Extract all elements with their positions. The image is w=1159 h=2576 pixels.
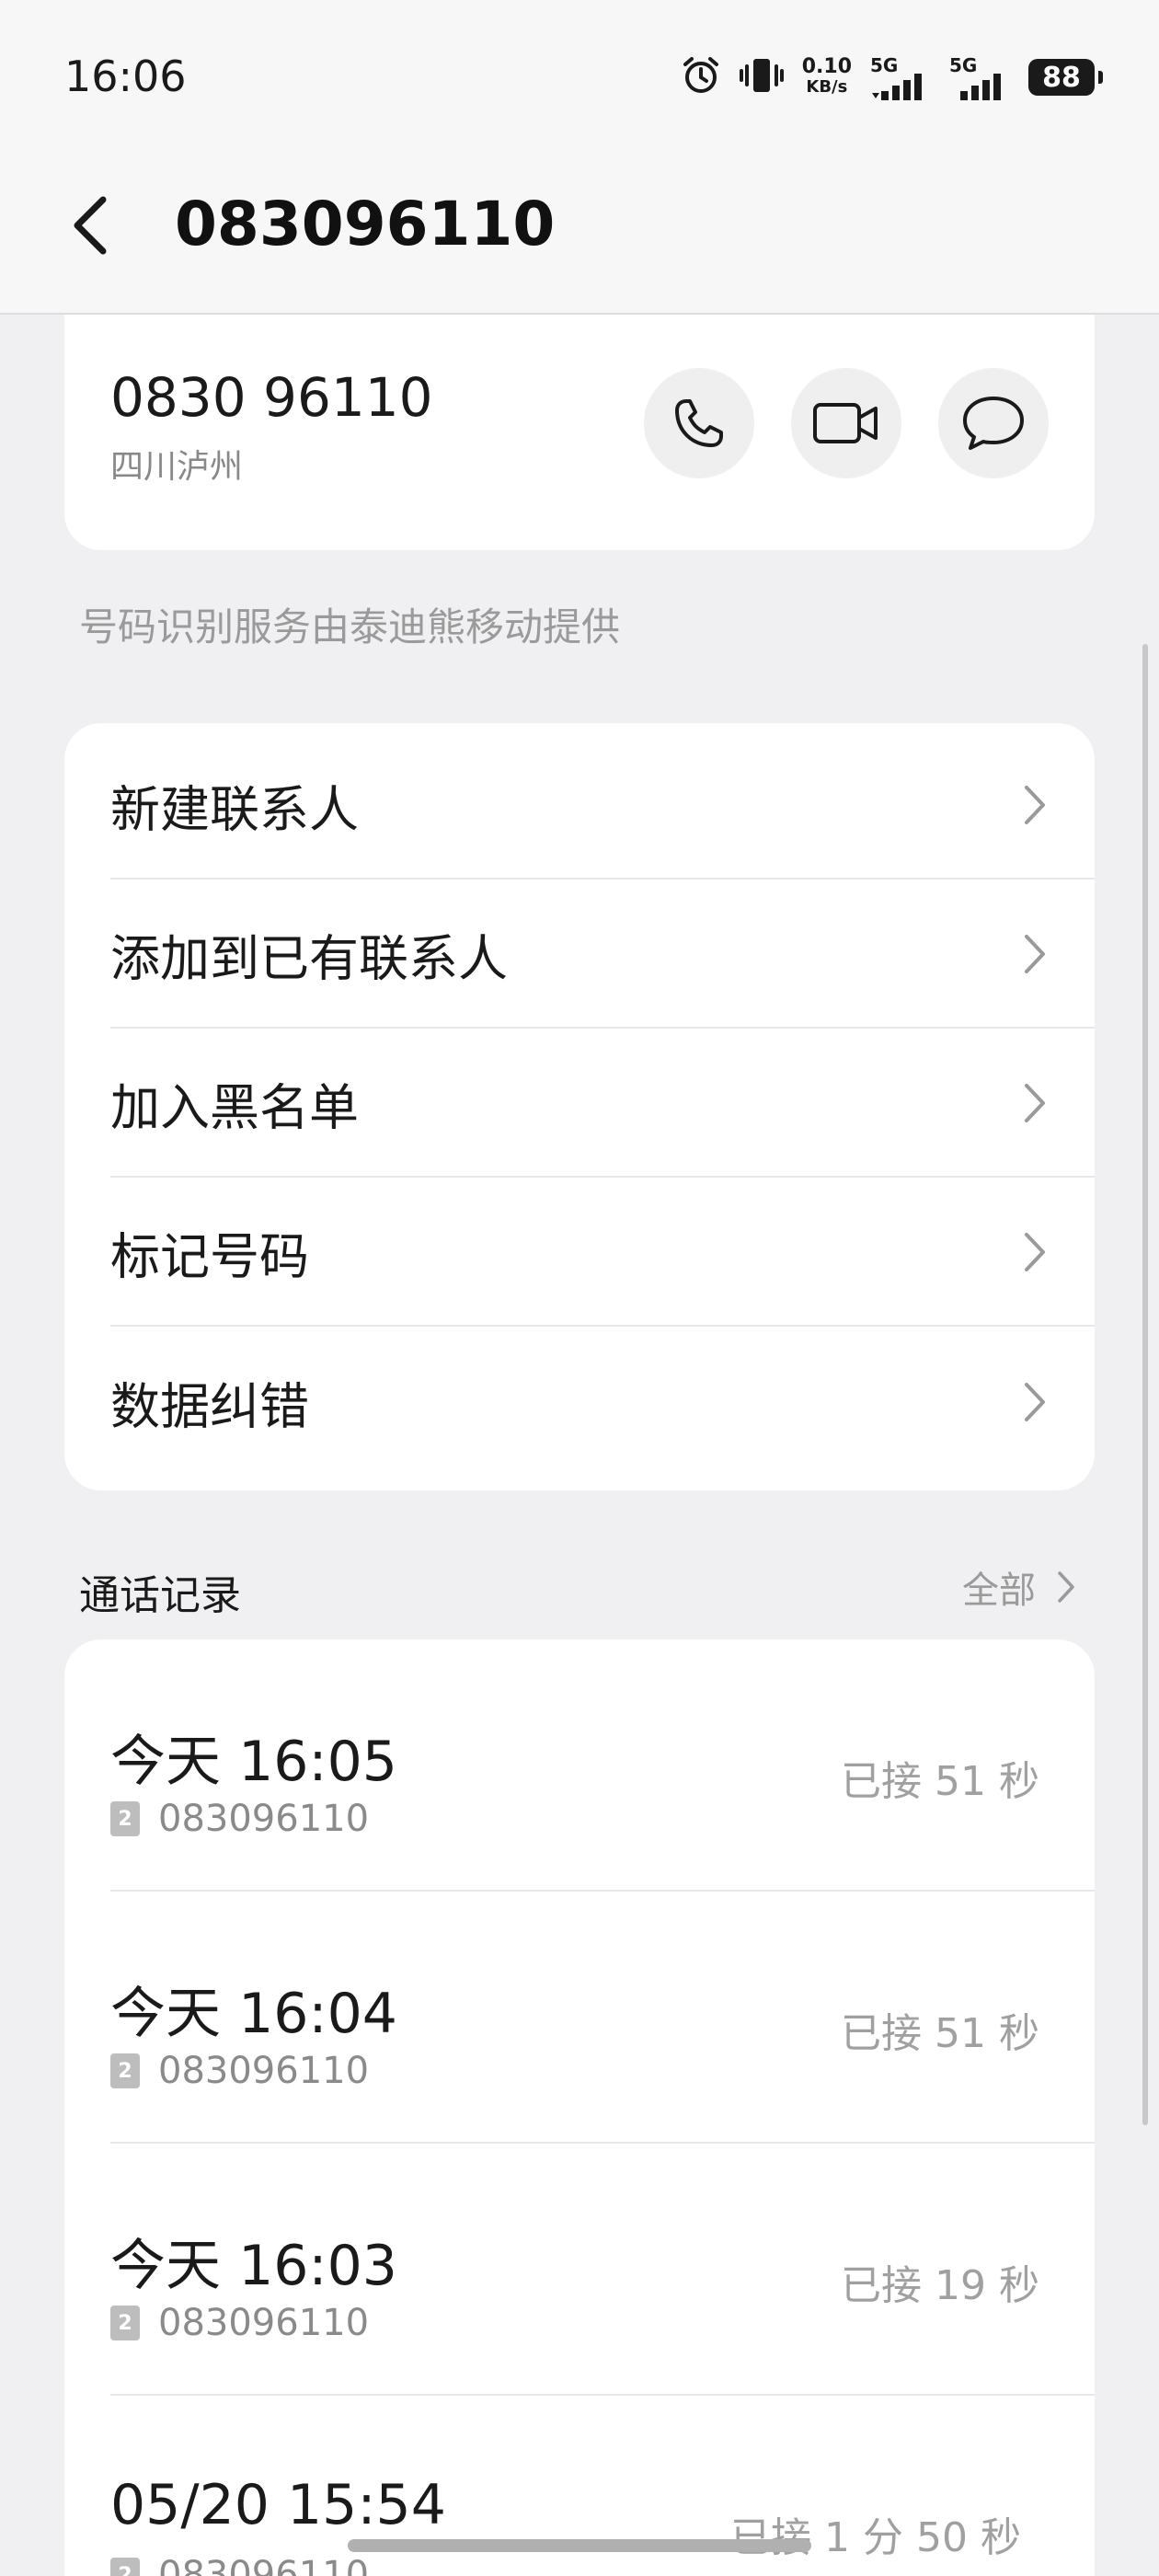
- signal-icon: [960, 74, 1001, 100]
- message-icon: [963, 397, 1024, 450]
- net-speed-unit: KB/s: [806, 77, 848, 97]
- call-status: 已接 51 秒: [841, 2010, 1039, 2057]
- status-icons: 0.10 KB/s 5G 5G 88: [681, 52, 1103, 103]
- call-number: 083096110: [158, 1798, 370, 1840]
- menu-item-label: 添加到已有联系人: [110, 929, 508, 988]
- sim-card-icon: 2: [110, 2306, 140, 2340]
- net-speed: 0.10 KB/s: [802, 57, 852, 98]
- status-time: 16:06: [64, 52, 187, 101]
- call-number: 083096110: [158, 2554, 370, 2576]
- video-call-button[interactable]: [791, 368, 901, 478]
- call-button[interactable]: [644, 368, 754, 478]
- home-indicator[interactable]: [348, 2539, 811, 2552]
- menu-item-label: 数据纠错: [110, 1377, 309, 1436]
- message-button[interactable]: [938, 368, 1049, 478]
- net-speed-value: 0.10: [801, 55, 852, 78]
- sim2-signal: 5G: [949, 54, 1010, 100]
- call-log-all-label: 全部: [962, 1570, 1036, 1612]
- battery-level: 88: [1042, 61, 1081, 94]
- signal-icon: [872, 74, 922, 100]
- call-sub: 2 083096110: [110, 2554, 369, 2576]
- call-log-card: 今天 16:05 2 083096110 已接 51 秒 今天 16:04 2 …: [64, 1639, 1095, 2576]
- sim-card-icon: 2: [110, 2053, 140, 2088]
- alarm-icon: [681, 55, 721, 99]
- call-log-row[interactable]: 今天 16:03 2 083096110 已接 19 秒: [110, 2144, 1095, 2396]
- menu-item-add-to-existing[interactable]: 添加到已有联系人: [110, 881, 1095, 1029]
- scrollbar[interactable]: [1142, 644, 1148, 2125]
- call-number: 083096110: [158, 2302, 370, 2344]
- phone-icon: [675, 399, 723, 447]
- sim1-signal: 5G: [870, 54, 931, 100]
- phone-number: 0830 96110: [110, 366, 433, 429]
- menu-item-mark-number[interactable]: 标记号码: [110, 1179, 1095, 1327]
- call-log-all-link[interactable]: 全部: [962, 1560, 1076, 1614]
- number-card: 0830 96110 四川泸州: [64, 315, 1095, 550]
- call-sub: 2 083096110: [110, 1798, 369, 1840]
- menu-item-data-correction[interactable]: 数据纠错: [110, 1328, 1095, 1476]
- menu-item-label: 标记号码: [110, 1227, 309, 1286]
- call-time: 今天 16:03: [110, 2234, 397, 2298]
- page-title: 083096110: [175, 189, 556, 259]
- menu-item-label: 新建联系人: [110, 780, 359, 839]
- chevron-right-icon: [1025, 786, 1045, 824]
- chevron-right-icon: [1025, 1084, 1045, 1122]
- battery-icon: 88: [1028, 59, 1103, 96]
- menu-item-new-contact[interactable]: 新建联系人: [110, 732, 1095, 880]
- call-time: 今天 16:05: [110, 1730, 397, 1794]
- menu-item-blacklist[interactable]: 加入黑名单: [110, 1030, 1095, 1178]
- contact-actions-menu: 新建联系人 添加到已有联系人 加入黑名单 标记号码 数据纠错: [64, 723, 1095, 1490]
- chevron-right-icon: [1058, 1571, 1074, 1603]
- call-sub: 2 083096110: [110, 2302, 369, 2344]
- call-log-row[interactable]: 今天 16:05 2 083096110 已接 51 秒: [110, 1639, 1095, 1892]
- call-status: 已接 19 秒: [841, 2262, 1039, 2309]
- call-status: 已接 1 分 50 秒: [730, 2514, 1021, 2561]
- chevron-right-icon: [1025, 1383, 1045, 1421]
- sim-card-icon: 2: [110, 1801, 140, 1836]
- call-sub: 2 083096110: [110, 2050, 369, 2092]
- sim-card-icon: 2: [110, 2558, 140, 2576]
- call-time: 05/20 15:54: [110, 2473, 446, 2537]
- menu-item-label: 加入黑名单: [110, 1078, 359, 1137]
- chevron-left-icon: [74, 196, 107, 255]
- top-bar: 16:06 0.10 KB/s 5G 5G 88 083096110: [0, 0, 1159, 315]
- call-time: 今天 16:04: [110, 1982, 397, 2046]
- chevron-right-icon: [1025, 1233, 1045, 1271]
- call-status: 已接 51 秒: [841, 1758, 1039, 1805]
- vibrate-icon: [739, 55, 784, 99]
- call-log-title: 通话记录: [79, 1572, 241, 1619]
- number-location: 四川泸州: [110, 448, 244, 486]
- call-log-row[interactable]: 今天 16:04 2 083096110 已接 51 秒: [110, 1892, 1095, 2144]
- chevron-right-icon: [1025, 935, 1045, 973]
- call-number: 083096110: [158, 2050, 370, 2092]
- video-call-icon: [813, 403, 878, 443]
- provider-note: 号码识别服务由泰迪熊移动提供: [79, 604, 621, 650]
- back-button[interactable]: [64, 189, 120, 262]
